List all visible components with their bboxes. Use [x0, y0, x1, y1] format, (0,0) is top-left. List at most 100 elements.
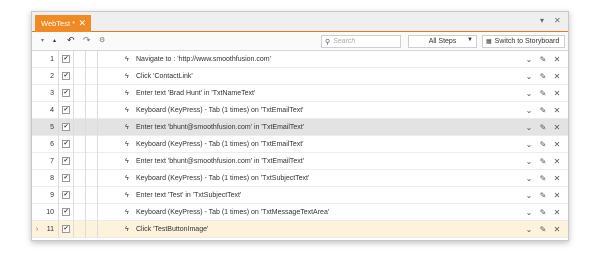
expand-chevron-down-icon[interactable]: ⌄ [522, 89, 536, 98]
step-row[interactable]: 8 ✔ ϟ Keyboard (KeyPress) - Tab (1 times) o… [32, 169, 568, 187]
step-description[interactable]: Enter text 'Test' in 'TxtSubjectText' [136, 192, 522, 199]
step-row[interactable]: 6 ✔ ϟ Keyboard (KeyPress) - Tab (1 times) o… [32, 135, 568, 153]
step-description[interactable]: Keyboard (KeyPress) - Tab (1 times) on '… [136, 107, 522, 114]
step-enabled-checkbox[interactable]: ✔ [62, 89, 70, 97]
step-enabled-checkbox[interactable]: ✔ [62, 106, 70, 114]
step-enabled-checkbox[interactable]: ✔ [62, 55, 70, 63]
step-row[interactable]: 3 ✔ ϟ Enter text 'Brad Hunt' in 'TxtNameTex… [32, 84, 568, 102]
step-description[interactable]: Keyboard (KeyPress) - Tab (1 times) on '… [136, 141, 522, 148]
edit-pencil-icon[interactable]: ✎ [536, 123, 550, 132]
delete-close-icon[interactable]: ✕ [550, 208, 564, 217]
step-enabled-cell: ✔ [59, 152, 74, 170]
expand-chevron-down-icon[interactable]: ⌄ [522, 174, 536, 183]
expand-chevron-down-icon[interactable]: ⌄ [522, 191, 536, 200]
step-description[interactable]: Enter text 'bhunt@smoothfusion.com' in '… [136, 124, 522, 131]
step-filter-select[interactable]: All Steps ▼ [408, 35, 477, 48]
undo-icon[interactable]: ↶ [67, 35, 75, 46]
expand-chevron-down-icon[interactable]: ⌄ [522, 123, 536, 132]
window-close-icon[interactable]: ✕ [554, 16, 561, 25]
window-menu-icon[interactable]: ▾ [540, 16, 544, 25]
expand-chevron-down-icon[interactable]: ⌄ [522, 106, 536, 115]
empty-cell [98, 170, 125, 187]
empty-cell [86, 169, 98, 187]
empty-cell [86, 118, 98, 136]
step-description[interactable]: Enter text 'Brad Hunt' in 'TxtNameText' [136, 90, 522, 97]
collapse-icon[interactable]: ▾ [41, 37, 44, 44]
delete-close-icon[interactable]: ✕ [550, 89, 564, 98]
edit-pencil-icon[interactable]: ✎ [536, 106, 550, 115]
edit-pencil-icon[interactable]: ✎ [536, 72, 550, 81]
step-enabled-checkbox[interactable]: ✔ [62, 140, 70, 148]
switch-to-storyboard-button[interactable]: ▦ Switch to Storyboard [482, 35, 565, 48]
expand-chevron-down-icon[interactable]: ⌄ [522, 55, 536, 64]
step-description[interactable]: Enter text 'bhunt@smoothfusion.com' in '… [136, 158, 522, 165]
edit-pencil-icon[interactable]: ✎ [536, 174, 550, 183]
delete-close-icon[interactable]: ✕ [550, 106, 564, 115]
edit-pencil-icon[interactable]: ✎ [536, 157, 550, 166]
expand-chevron-down-icon[interactable]: ⌄ [522, 157, 536, 166]
edit-pencil-icon[interactable]: ✎ [536, 55, 550, 64]
step-description[interactable]: Click 'TestButtonImage' [136, 226, 522, 233]
step-description[interactable]: Click 'ContactLink' [136, 73, 522, 80]
step-row[interactable]: › 11 ✔ ϟ Click 'TestButtonImage' ⌄ ✎ ✕ [32, 220, 568, 238]
settings-icon[interactable]: ⚙ [99, 36, 105, 44]
empty-cell [86, 50, 98, 68]
delete-close-icon[interactable]: ✕ [550, 72, 564, 81]
lightning-icon: ϟ [125, 55, 129, 63]
step-row[interactable]: 5 ✔ ϟ Enter text 'bhunt@smoothfusion.com' i… [32, 118, 568, 136]
step-enabled-checkbox[interactable]: ✔ [62, 72, 70, 80]
empty-cell [74, 135, 86, 153]
step-enabled-checkbox[interactable]: ✔ [62, 225, 70, 233]
storyboard-label: Switch to Storyboard [494, 38, 560, 45]
edit-pencil-icon[interactable]: ✎ [536, 208, 550, 217]
move-up-icon[interactable]: ▴ [53, 37, 56, 44]
expand-chevron-down-icon[interactable]: ⌄ [522, 225, 536, 234]
tab-label: WebTest * [41, 19, 76, 28]
delete-close-icon[interactable]: ✕ [550, 225, 564, 234]
step-number: 1 [42, 50, 59, 68]
step-description[interactable]: Keyboard (KeyPress) - Tab (1 times) on '… [136, 209, 522, 216]
step-row[interactable]: 1 ✔ ϟ Navigate to : 'http://www.smoothfusio… [32, 50, 568, 68]
step-row[interactable]: 4 ✔ ϟ Keyboard (KeyPress) - Tab (1 times) o… [32, 101, 568, 119]
step-enabled-checkbox[interactable]: ✔ [62, 157, 70, 165]
empty-cell [98, 153, 125, 170]
expand-chevron-down-icon[interactable]: ⌄ [522, 140, 536, 149]
step-enabled-checkbox[interactable]: ✔ [62, 123, 70, 131]
edit-pencil-icon[interactable]: ✎ [536, 225, 550, 234]
step-row[interactable]: 10 ✔ ϟ Keyboard (KeyPress) - Tab (1 times) … [32, 203, 568, 221]
expand-chevron-down-icon[interactable]: ⌄ [522, 208, 536, 217]
tab-webtest[interactable]: WebTest * ✕ [35, 15, 91, 32]
delete-close-icon[interactable]: ✕ [550, 174, 564, 183]
delete-close-icon[interactable]: ✕ [550, 55, 564, 64]
edit-pencil-icon[interactable]: ✎ [536, 89, 550, 98]
step-enabled-cell: ✔ [59, 186, 74, 204]
step-description[interactable]: Keyboard (KeyPress) - Tab (1 times) on '… [136, 175, 522, 182]
step-enabled-checkbox[interactable]: ✔ [62, 208, 70, 216]
step-enabled-cell: ✔ [59, 220, 74, 238]
step-enabled-checkbox[interactable]: ✔ [62, 174, 70, 182]
step-enabled-cell: ✔ [59, 50, 74, 68]
step-enabled-cell: ✔ [59, 67, 74, 85]
delete-close-icon[interactable]: ✕ [550, 140, 564, 149]
search-box[interactable]: ⚲ [321, 35, 401, 48]
step-filter-value: All Steps [428, 38, 457, 45]
delete-close-icon[interactable]: ✕ [550, 157, 564, 166]
step-row[interactable]: 7 ✔ ϟ Enter text 'bhunt@smoothfusion.com' i… [32, 152, 568, 170]
delete-close-icon[interactable]: ✕ [550, 191, 564, 200]
step-row[interactable]: 2 ✔ ϟ Click 'ContactLink' ⌄ ✎ ✕ [32, 67, 568, 85]
step-row[interactable]: 9 ✔ ϟ Enter text 'Test' in 'TxtSubjectText'… [32, 186, 568, 204]
edit-pencil-icon[interactable]: ✎ [536, 191, 550, 200]
redo-icon[interactable]: ↷ [83, 35, 91, 46]
step-number: 7 [42, 152, 59, 170]
empty-cell [74, 152, 86, 170]
search-input[interactable] [333, 38, 394, 45]
delete-close-icon[interactable]: ✕ [550, 123, 564, 132]
step-description[interactable]: Navigate to : 'http://www.smoothfusion.c… [136, 56, 522, 63]
empty-cell [74, 118, 86, 136]
step-enabled-checkbox[interactable]: ✔ [62, 191, 70, 199]
lightning-icon: ϟ [125, 140, 129, 148]
expand-chevron-down-icon[interactable]: ⌄ [522, 72, 536, 81]
edit-pencil-icon[interactable]: ✎ [536, 140, 550, 149]
lightning-icon: ϟ [125, 174, 129, 182]
tab-close-icon[interactable]: ✕ [78, 18, 86, 29]
